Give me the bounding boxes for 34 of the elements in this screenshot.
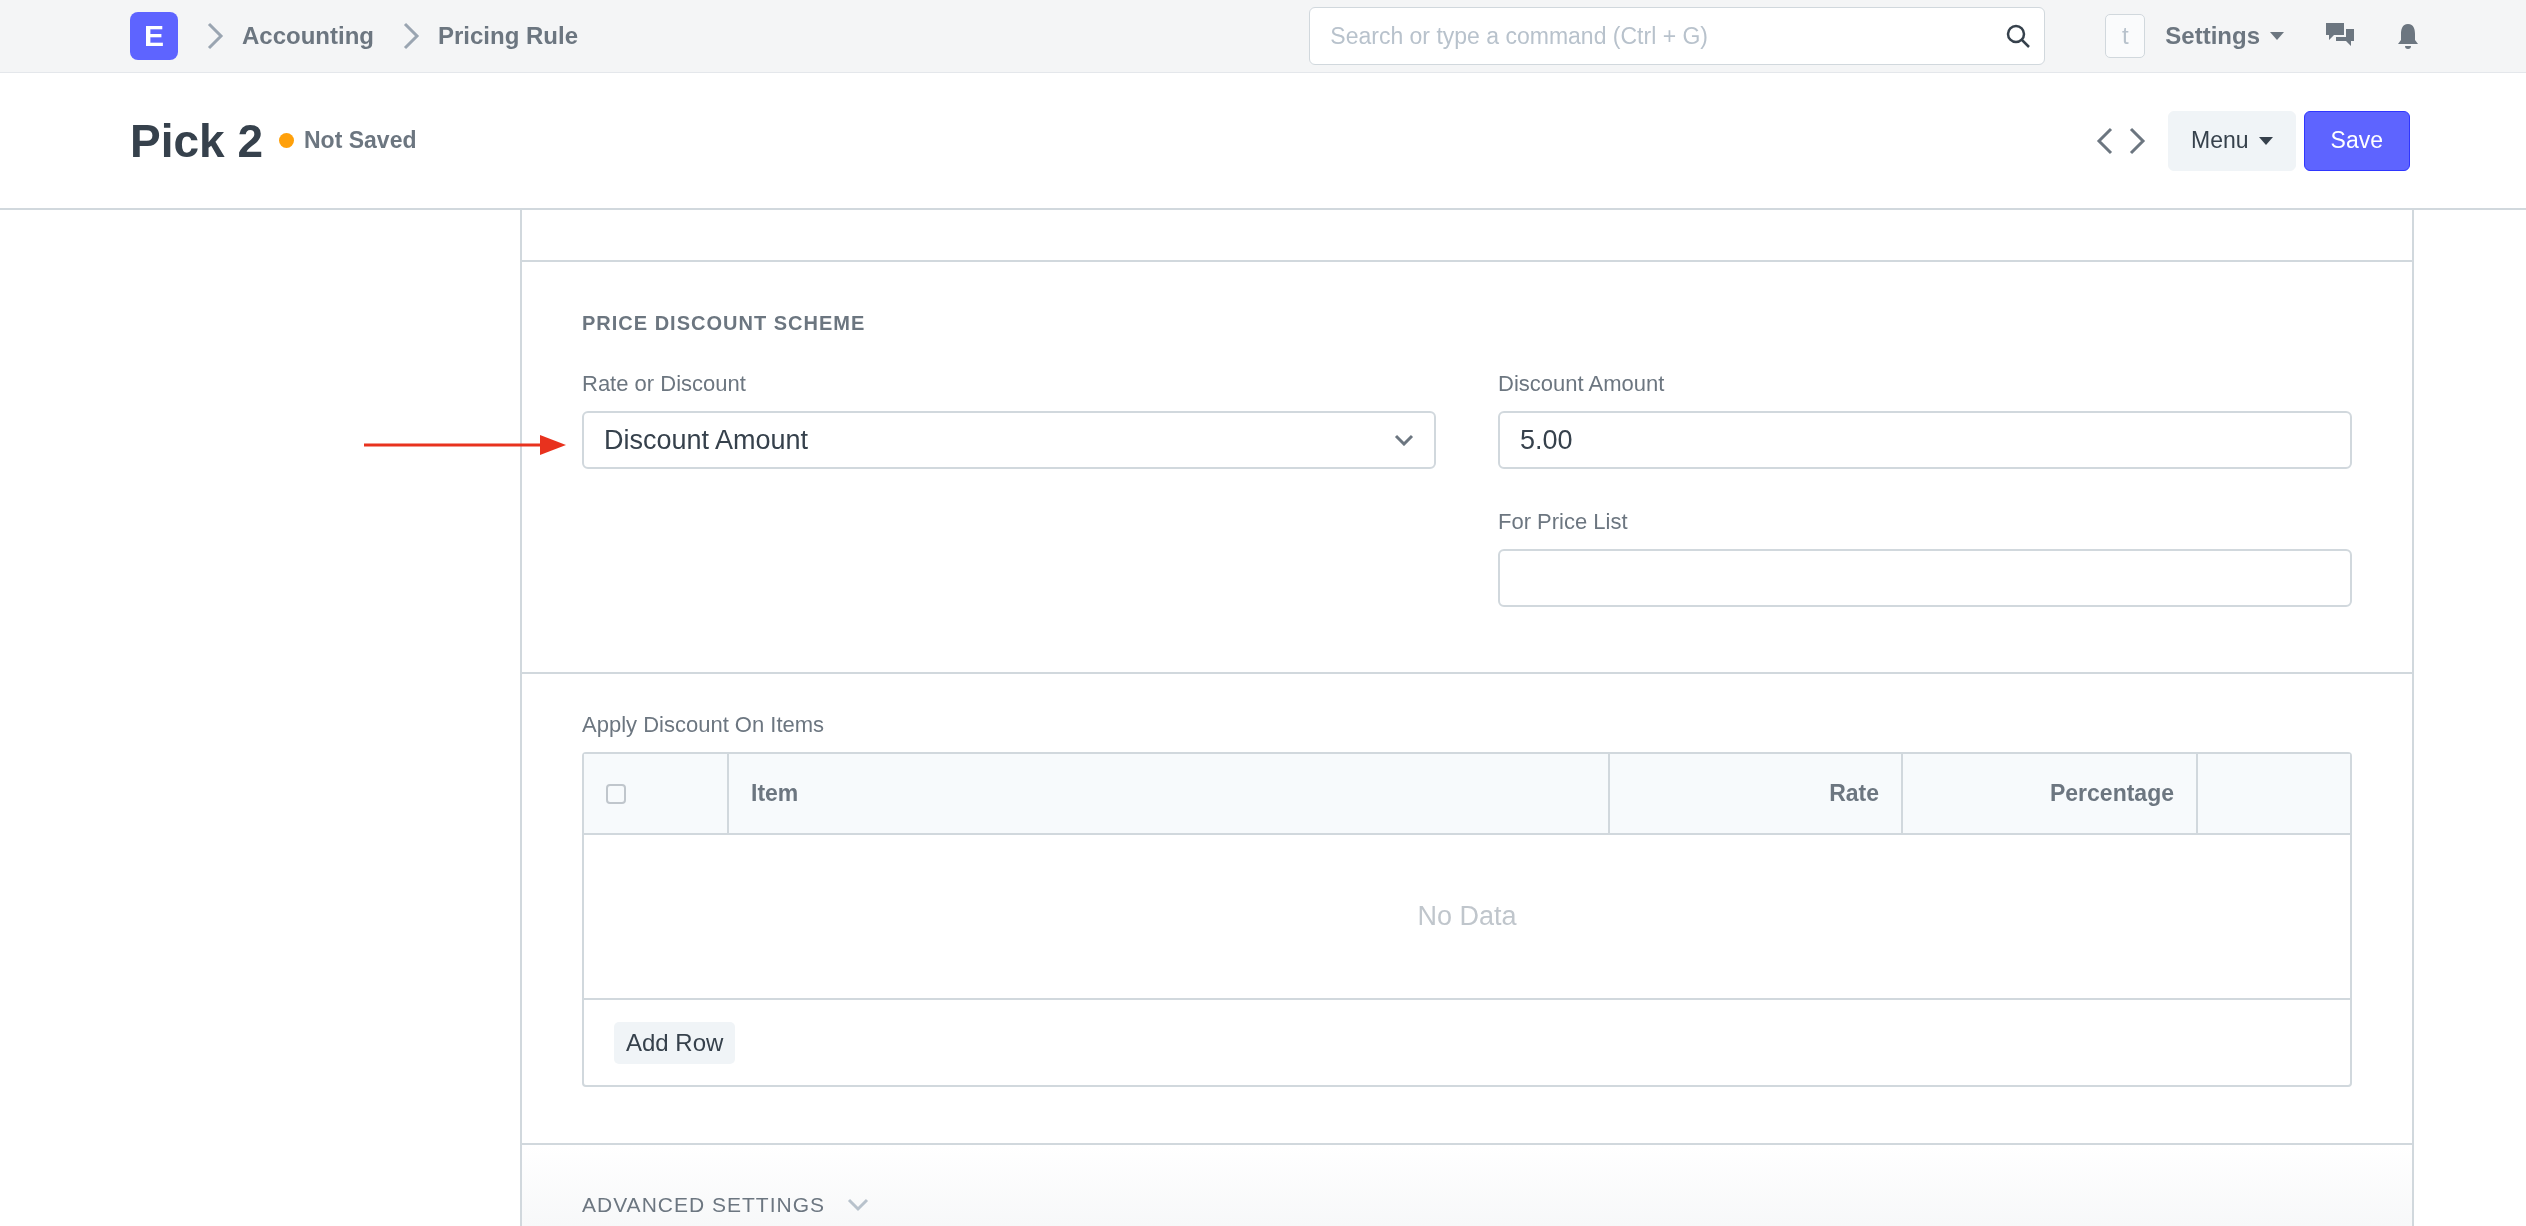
search-icon bbox=[2005, 23, 2032, 49]
input-field[interactable] bbox=[1498, 549, 2352, 607]
chevron-right-icon bbox=[206, 22, 224, 50]
menu-button[interactable]: Menu bbox=[2168, 110, 2296, 171]
search-field[interactable]: Search or type a command (Ctrl + G) bbox=[1309, 7, 2046, 65]
chevron-right-icon bbox=[402, 22, 420, 50]
breadcrumb-link[interactable]: Accounting bbox=[242, 22, 374, 50]
column-header: Percentage bbox=[2050, 780, 2174, 807]
bell-icon[interactable] bbox=[2396, 22, 2420, 50]
caret-icon bbox=[2270, 32, 2284, 40]
chevron-down-icon bbox=[1394, 434, 1414, 446]
arrow-icon bbox=[364, 432, 566, 458]
app-logo[interactable]: E bbox=[130, 12, 178, 60]
column-header: Item bbox=[751, 780, 799, 807]
section-heading: PRICE DISCOUNT SCHEME bbox=[582, 312, 867, 335]
settings-dropdown[interactable]: Settings bbox=[2165, 22, 2284, 50]
section-toggle[interactable]: ADVANCED SETTINGS bbox=[582, 1193, 825, 1217]
page-title: Pick 2 bbox=[130, 113, 263, 168]
save-button[interactable]: Save bbox=[2303, 110, 2410, 171]
previous-icon bbox=[2096, 126, 2114, 155]
next-icon bbox=[2128, 126, 2146, 155]
select-field[interactable]: Discount Amount bbox=[582, 411, 1436, 469]
field-label: Discount Amount bbox=[1498, 371, 1666, 397]
field-label: Rate or Discount bbox=[582, 371, 747, 397]
select-all-checkbox[interactable] bbox=[606, 783, 626, 804]
empty-message: No Data bbox=[1417, 901, 1517, 932]
caret-icon bbox=[2258, 136, 2273, 145]
breadcrumb-link[interactable]: Pricing Rule bbox=[438, 22, 579, 50]
field-label: For Price List bbox=[1498, 509, 1629, 535]
status-label: Not Saved bbox=[304, 127, 417, 154]
input-field[interactable]: 5.00 bbox=[1498, 411, 2352, 469]
add-row-button[interactable]: Add Row bbox=[614, 1021, 736, 1064]
table-label: Apply Discount On Items bbox=[582, 712, 826, 738]
column-header: Rate bbox=[1829, 780, 1879, 807]
